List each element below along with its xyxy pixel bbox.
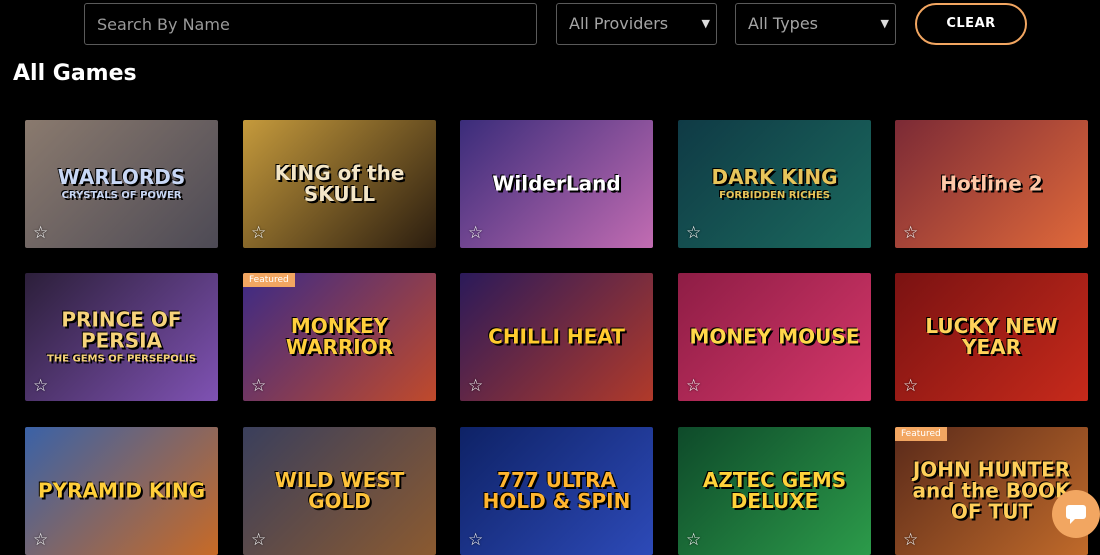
featured-badge: Featured — [895, 427, 947, 441]
game-tile[interactable]: Hotline 2 ☆ — [895, 120, 1088, 248]
star-outline-icon[interactable]: ☆ — [33, 225, 48, 242]
game-title: CHILLI HEAT — [488, 324, 625, 349]
game-tile[interactable]: CHILLI HEAT ☆ — [460, 273, 653, 401]
game-tile[interactable]: PYRAMID KING ☆ — [25, 427, 218, 555]
game-title: WARLORDS CRYSTALS OF POWER — [25, 166, 218, 202]
game-title: WILD WEST GOLD — [274, 468, 405, 513]
game-tile[interactable]: AZTEC GEMS DELUXE ☆ — [678, 427, 871, 555]
game-title: DARK KING FORBIDDEN RICHES — [678, 166, 871, 202]
game-tile[interactable]: 777 ULTRA HOLD & SPIN ☆ — [460, 427, 653, 555]
star-outline-icon[interactable]: ☆ — [468, 225, 483, 242]
game-tile[interactable]: MONEY MOUSE ☆ — [678, 273, 871, 401]
game-subtitle: FORBIDDEN RICHES — [719, 189, 830, 201]
game-title: PRINCE OF PERSIA THE GEMS OF PERSEPOLIS — [25, 309, 218, 365]
game-title: MONEY MOUSE — [689, 324, 860, 349]
game-tile[interactable]: LUCKY NEW YEAR ☆ — [895, 273, 1088, 401]
chat-icon — [1066, 505, 1086, 524]
game-title: PYRAMID KING — [37, 478, 206, 503]
star-outline-icon[interactable]: ☆ — [903, 225, 918, 242]
star-outline-icon[interactable]: ☆ — [33, 378, 48, 395]
games-grid: WARLORDS CRYSTALS OF POWER ☆ KING of the SK… — [0, 0, 1100, 555]
star-outline-icon[interactable]: ☆ — [251, 225, 266, 242]
game-title: KING of the SKULL — [274, 161, 405, 206]
game-subtitle: CRYSTALS OF POWER — [61, 189, 182, 201]
game-tile[interactable]: KING of the SKULL ☆ — [243, 120, 436, 248]
game-subtitle: THE GEMS OF PERSEPOLIS — [46, 353, 196, 365]
game-tile[interactable]: WILD WEST GOLD ☆ — [243, 427, 436, 555]
game-tile[interactable]: WilderLand ☆ — [460, 120, 653, 248]
game-title: WilderLand — [492, 171, 621, 196]
star-outline-icon[interactable]: ☆ — [468, 378, 483, 395]
game-tile[interactable]: WARLORDS CRYSTALS OF POWER ☆ — [25, 120, 218, 248]
game-title: AZTEC GEMS DELUXE — [702, 468, 847, 513]
game-title: Hotline 2 — [940, 171, 1043, 196]
star-outline-icon[interactable]: ☆ — [686, 225, 701, 242]
star-outline-icon[interactable]: ☆ — [251, 378, 266, 395]
game-tile[interactable]: PRINCE OF PERSIA THE GEMS OF PERSEPOLIS ☆ — [25, 273, 218, 401]
game-title: MONKEY WARRIOR — [285, 314, 394, 359]
game-tile[interactable]: JOHN HUNTER and the BOOK OF TUT Featured ☆ — [895, 427, 1088, 555]
star-outline-icon[interactable]: ☆ — [686, 378, 701, 395]
game-title: 777 ULTRA HOLD & SPIN — [482, 468, 631, 513]
chat-button[interactable] — [1052, 490, 1100, 538]
star-outline-icon[interactable]: ☆ — [903, 378, 918, 395]
game-tile[interactable]: DARK KING FORBIDDEN RICHES ☆ — [678, 120, 871, 248]
featured-badge: Featured — [243, 273, 295, 287]
game-title: LUCKY NEW YEAR — [925, 314, 1058, 359]
game-tile[interactable]: MONKEY WARRIOR Featured ☆ — [243, 273, 436, 401]
